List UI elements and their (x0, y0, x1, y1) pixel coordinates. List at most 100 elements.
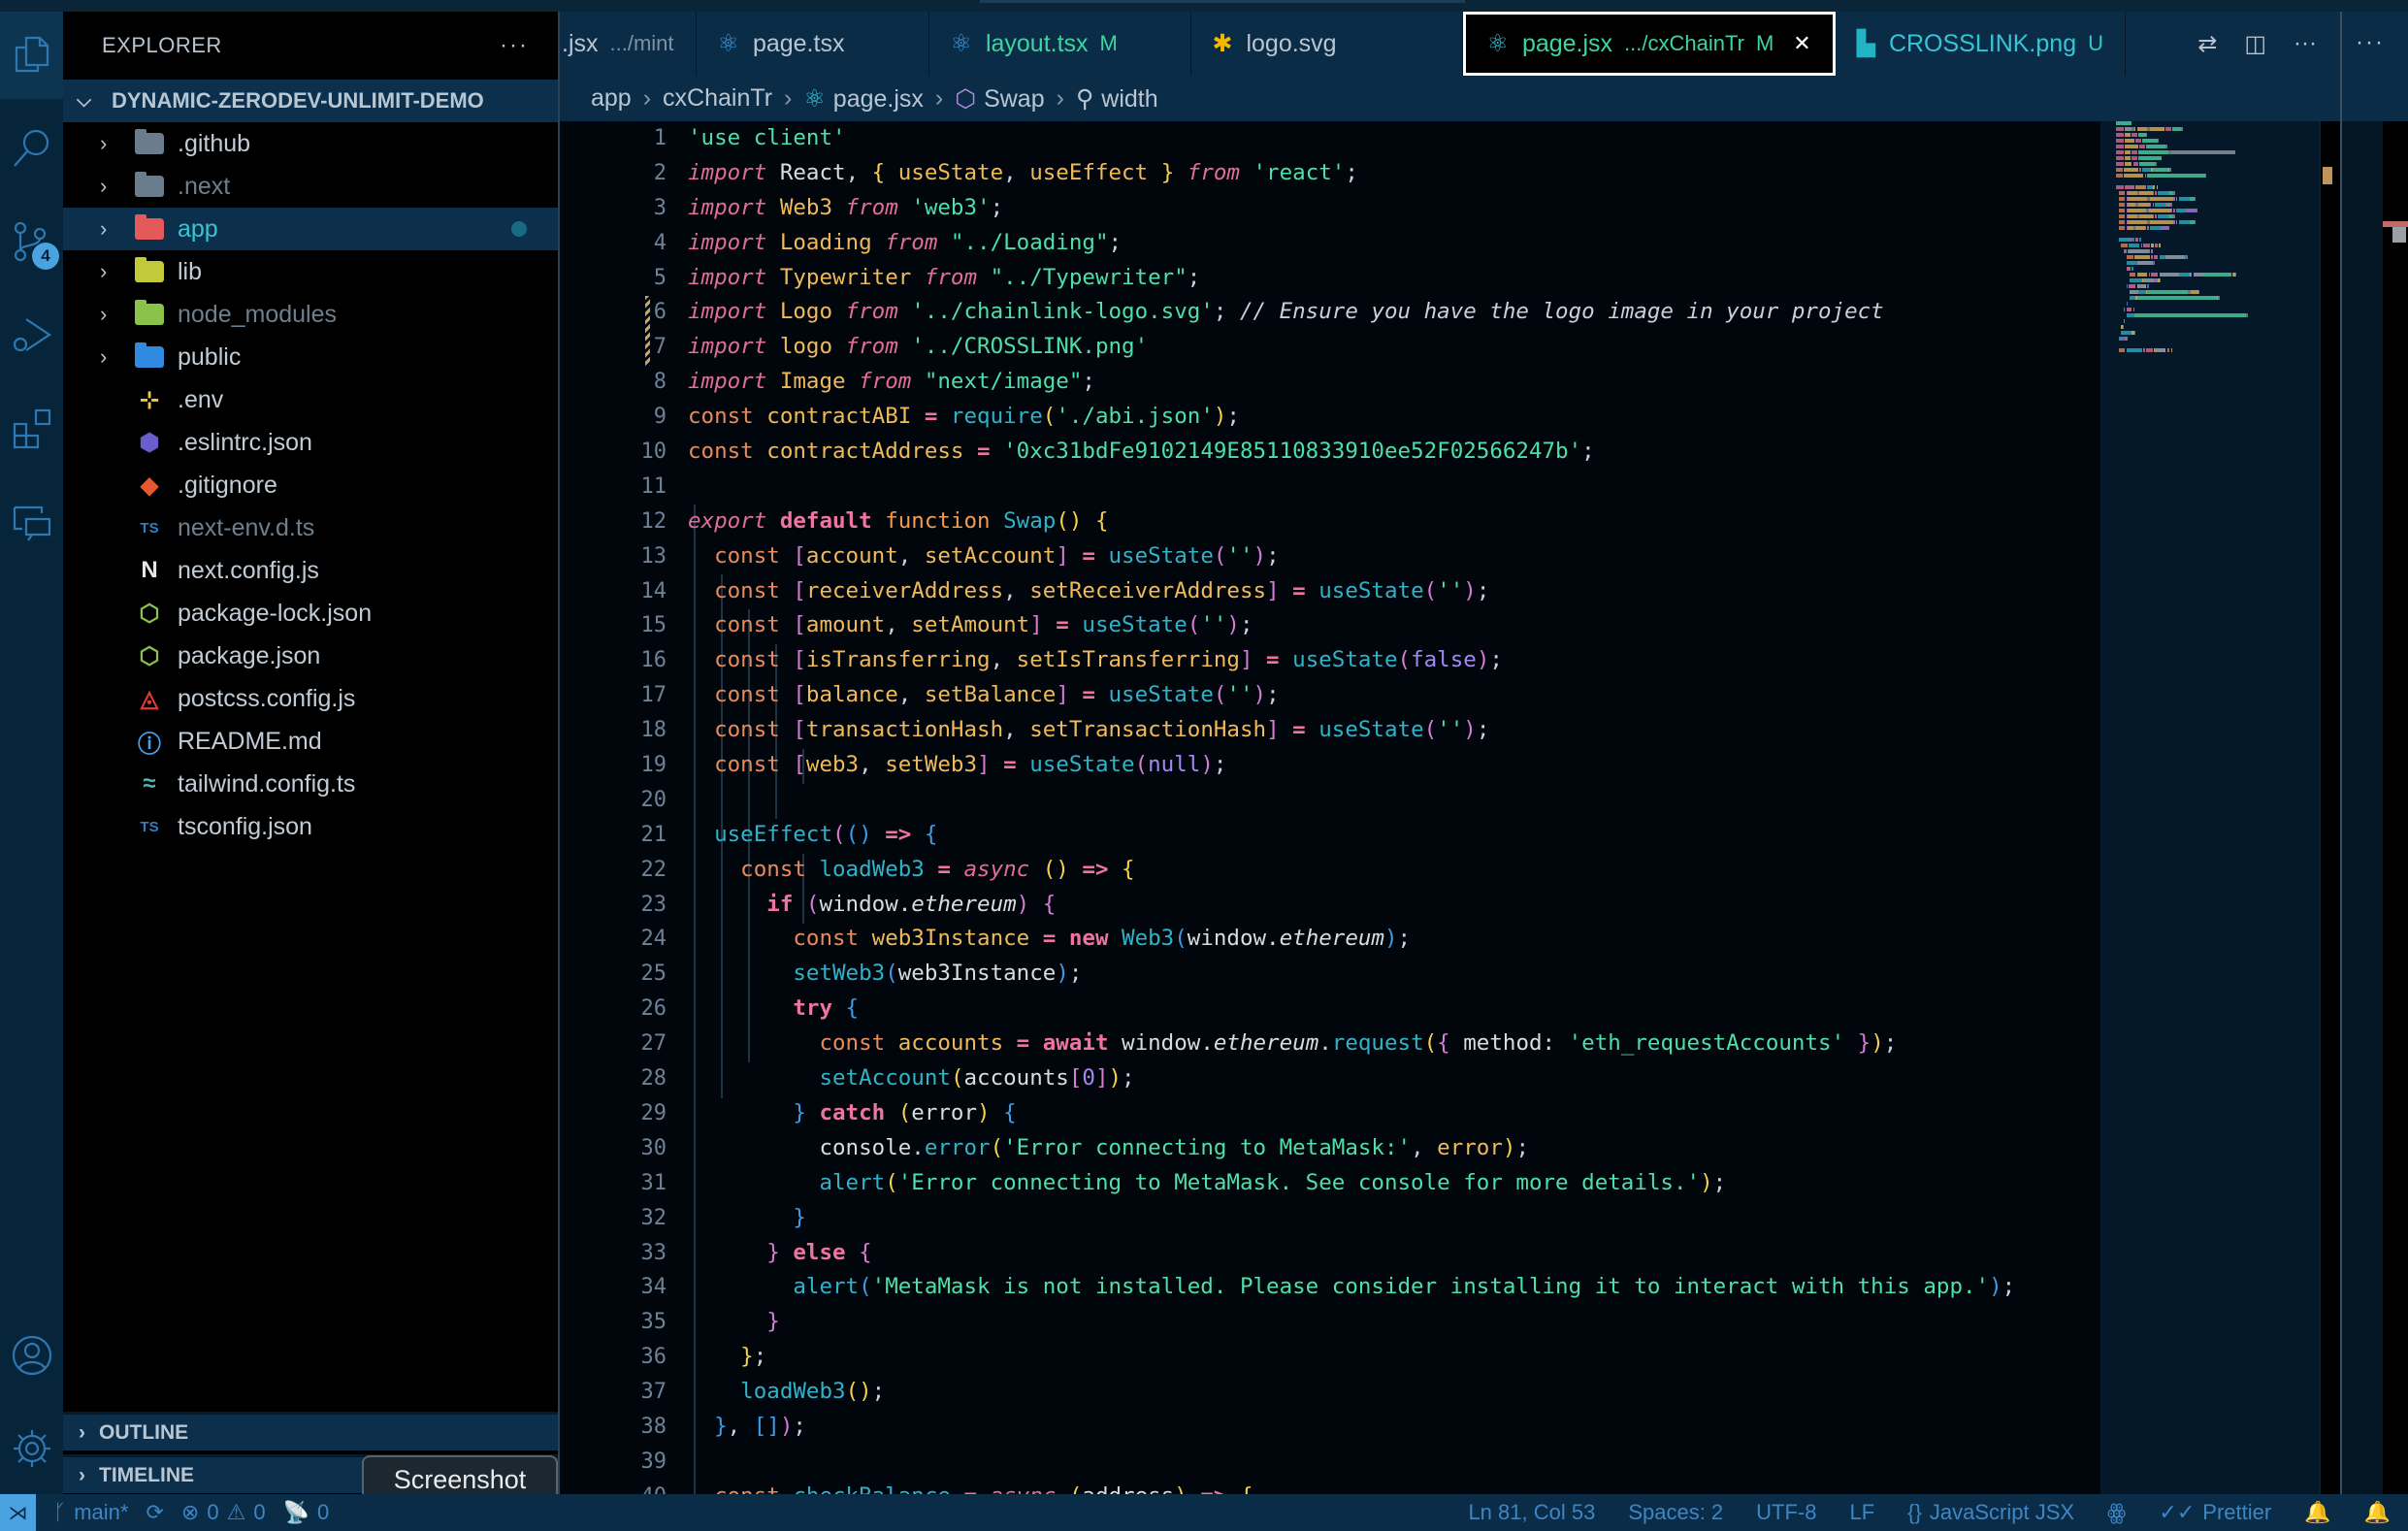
code-line[interactable]: loadWeb3(); (688, 1375, 2100, 1410)
tab-page-tsx[interactable]: ⚛ page.tsx (697, 12, 929, 76)
activity-extensions[interactable] (0, 384, 63, 472)
split-editor-icon[interactable]: ◫ (2244, 30, 2266, 58)
code-line[interactable]: import logo from '../CROSSLINK.png' (688, 330, 2100, 365)
code-line[interactable]: import Logo from '../chainlink-logo.svg'… (688, 295, 2100, 330)
tree-item-tailwind-config-ts[interactable]: ≈ tailwind.config.ts (63, 763, 558, 805)
code-line[interactable]: const contractAddress = '0xc31bdFe910214… (688, 435, 2100, 470)
activity-manage[interactable] (0, 1405, 63, 1492)
code-line[interactable]: import Image from "next/image"; (688, 365, 2100, 400)
code-line[interactable]: } catch (error) { (688, 1096, 2100, 1131)
tree-item-package-json[interactable]: ⬡ package.json (63, 635, 558, 677)
branch-indicator[interactable]: ᚴ main* (53, 1500, 128, 1525)
tree-item-readme-md[interactable]: ⓘ README.md (63, 720, 558, 763)
tab-page-jsx[interactable]: ⚛ page.jsx .../cxChainTr M ✕ (1462, 12, 1836, 76)
code-line[interactable]: alert('MetaMask is not installed. Please… (688, 1270, 2100, 1305)
activity-search[interactable] (0, 105, 63, 192)
tree-item-next-config-js[interactable]: Nnext.config.js (63, 549, 558, 592)
encoding[interactable]: UTF-8 (1756, 1500, 1816, 1525)
code-line[interactable]: import Web3 from 'web3'; (688, 191, 2100, 226)
breadcrumb-item[interactable]: app (591, 84, 632, 113)
tree-item-next-env-d-ts[interactable]: TS next-env.d.ts (63, 506, 558, 549)
code-line[interactable]: }; (688, 1340, 2100, 1375)
copilot-button[interactable]: ꙮ (2107, 1500, 2126, 1525)
code-line[interactable]: }, []); (688, 1410, 2100, 1445)
tree-item-package-lock-json[interactable]: ⬡ package-lock.json (63, 592, 558, 635)
secondary-scroll-thumb[interactable] (2392, 227, 2406, 243)
indentation[interactable]: Spaces: 2 (1628, 1500, 1723, 1525)
code-line[interactable]: console.error('Error connecting to MetaM… (688, 1131, 2100, 1166)
breadcrumb-item[interactable]: cxChainTr (663, 84, 772, 113)
code-line[interactable]: const [transactionHash, setTransactionHa… (688, 713, 2100, 748)
remote-indicator[interactable]: ⋊ (0, 1494, 36, 1531)
tab-layout-tsx[interactable]: ⚛ layout.tsx M (929, 12, 1191, 76)
code-line[interactable]: const checkBalance = async (address) => … (688, 1480, 2100, 1494)
code-line[interactable]: export default function Swap() { (688, 505, 2100, 539)
code-line[interactable]: } (688, 1201, 2100, 1236)
code-line[interactable] (688, 470, 2100, 505)
code-line[interactable]: } else { (688, 1236, 2100, 1271)
code-line[interactable]: setAccount(accounts[0]); (688, 1061, 2100, 1096)
tree-item-github[interactable]: › .github (63, 122, 558, 165)
tree-item-app[interactable]: › app (63, 208, 558, 250)
code-line[interactable] (688, 783, 2100, 818)
code-line[interactable]: const loadWeb3 = async () => { (688, 853, 2100, 888)
ports-indicator[interactable]: 📡 0 (283, 1500, 330, 1525)
code-line[interactable]: const [receiverAddress, setReceiverAddre… (688, 574, 2100, 609)
language-mode[interactable]: {} JavaScript JSX (1907, 1500, 2074, 1525)
tree-item-tsconfig-json[interactable]: TS tsconfig.json (63, 805, 558, 848)
code-line[interactable]: useEffect(() => { (688, 818, 2100, 853)
more-actions-icon[interactable]: ··· (2356, 29, 2385, 56)
activity-remote-explorer[interactable] (0, 477, 63, 565)
code-line[interactable]: try { (688, 992, 2100, 1026)
code-line[interactable]: const [amount, setAmount] = useState('')… (688, 608, 2100, 643)
code-line[interactable]: const contractABI = require('./abi.json'… (688, 400, 2100, 435)
project-root[interactable]: ⌵ DYNAMIC-ZERODEV-UNLIMIT-DEMO (63, 80, 558, 122)
code-line[interactable]: import Typewriter from "../Typewriter"; (688, 261, 2100, 296)
outline-section[interactable]: › OUTLINE (63, 1412, 558, 1450)
breadcrumb-item[interactable]: ⚛ page.jsx (803, 84, 924, 114)
tab-crosslink-png[interactable]: ▙ CROSSLINK.png U (1836, 12, 2126, 76)
code-line[interactable]: alert('Error connecting to MetaMask. See… (688, 1166, 2100, 1201)
activity-explorer[interactable] (0, 12, 63, 99)
code-line[interactable]: const [web3, setWeb3] = useState(null); (688, 748, 2100, 783)
activity-run-debug[interactable] (0, 291, 63, 378)
code-line[interactable]: 'use client' (688, 121, 2100, 156)
code-line[interactable]: setWeb3(web3Instance); (688, 957, 2100, 992)
code-content[interactable]: 'use client' import React, { useState, us… (688, 121, 2100, 1494)
more-actions-icon[interactable]: ··· (2294, 30, 2317, 57)
explorer-more-button[interactable]: ··· (500, 32, 529, 59)
activity-accounts[interactable] (0, 1312, 63, 1399)
code-line[interactable]: import Loading from "../Loading"; (688, 226, 2100, 261)
end-of-line[interactable]: LF (1849, 1500, 1874, 1525)
code-line[interactable]: const [account, setAccount] = useState('… (688, 539, 2100, 574)
tree-item-node-modules[interactable]: › node_modules (63, 293, 558, 336)
breadcrumb-item[interactable]: ⚲ width (1076, 84, 1158, 114)
command-center[interactable] (980, 0, 1465, 3)
prettier-status[interactable]: ✓✓ Prettier (2159, 1500, 2271, 1525)
code-line[interactable]: } (688, 1305, 2100, 1340)
tree-item-public[interactable]: › public (63, 336, 558, 378)
code-line[interactable]: if (window.ethereum) { (688, 888, 2100, 923)
editor-scrollbar[interactable] (2319, 121, 2340, 1494)
code-line[interactable] (688, 1445, 2100, 1480)
tab-logo-svg[interactable]: ✱ logo.svg (1191, 12, 1463, 76)
tree-item-next[interactable]: › .next (63, 165, 558, 208)
minimap[interactable] (2100, 121, 2319, 1494)
cursor-position[interactable]: Ln 81, Col 53 (1468, 1500, 1595, 1525)
compare-changes-icon[interactable]: ⇄ (2197, 30, 2217, 58)
close-icon[interactable]: ✕ (1793, 31, 1810, 56)
code-line[interactable]: const [balance, setBalance] = useState('… (688, 678, 2100, 713)
code-line[interactable]: const [isTransferring, setIsTransferring… (688, 643, 2100, 678)
problems-indicator[interactable]: ⊗ 0 ⚠ 0 (181, 1500, 266, 1525)
code-line[interactable]: const web3Instance = new Web3(window.eth… (688, 922, 2100, 957)
code-line[interactable]: import React, { useState, useEffect } fr… (688, 156, 2100, 191)
activity-source-control[interactable]: 4 (0, 198, 63, 285)
tree-item-gitignore[interactable]: ◆ .gitignore (63, 464, 558, 506)
tree-item-eslintrc-json[interactable]: ⬢ .eslintrc.json (63, 421, 558, 464)
code-editor[interactable]: 1 2 3 4 5 6 7 8 9 10 11 12 13 14 15 16 17 18 19 20 21 22 23 24 2… (560, 121, 2100, 1494)
secondary-scrollbar[interactable] (2383, 121, 2408, 1494)
tree-item-postcss-config-js[interactable]: ◬ postcss.config.js (63, 677, 558, 720)
breadcrumb-item[interactable]: ⬡ Swap (955, 84, 1044, 114)
sync-button[interactable]: ⟳ (146, 1500, 163, 1525)
tab--jsx[interactable]: .jsx .../mint (560, 12, 697, 76)
